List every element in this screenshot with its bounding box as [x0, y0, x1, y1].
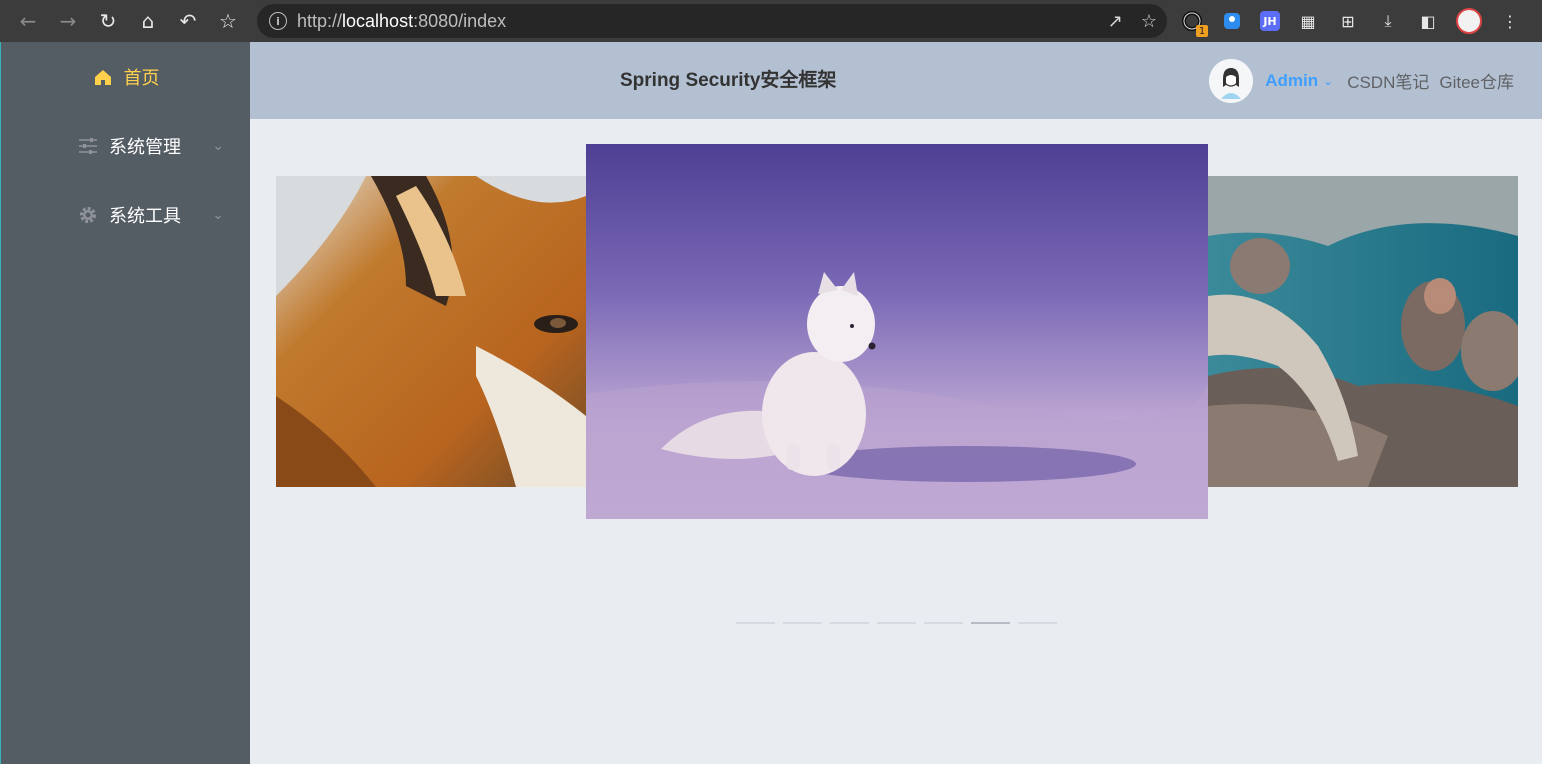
- forward-arrow-icon[interactable]: →: [48, 0, 88, 42]
- sidebar-item-home[interactable]: 首页: [1, 42, 250, 111]
- carousel-slide-snow-monkeys[interactable]: [1208, 176, 1518, 487]
- carousel-indicator[interactable]: [924, 622, 963, 624]
- sidebar: 首页 系统管理 ⌄ 系统工具 ⌄: [0, 42, 250, 764]
- sidebar-item-system-tools[interactable]: 系统工具 ⌄: [1, 180, 250, 249]
- bird-extension-icon[interactable]: [1220, 9, 1244, 33]
- gitee-link[interactable]: Gitee仓库: [1439, 68, 1514, 93]
- chevron-down-icon[interactable]: ⌄: [1323, 74, 1333, 88]
- extension-badge: 1: [1196, 25, 1208, 37]
- user-menu[interactable]: Admin: [1265, 71, 1318, 91]
- avatar[interactable]: [1209, 58, 1254, 103]
- sidebar-item-label: 首页: [123, 67, 160, 88]
- reload-icon[interactable]: ↻: [88, 0, 128, 42]
- chevron-down-icon: ⌄: [212, 137, 224, 154]
- star-icon[interactable]: ☆: [1141, 11, 1157, 32]
- carousel-indicator[interactable]: [877, 622, 916, 624]
- back-arrow-icon[interactable]: ←: [8, 0, 48, 42]
- share-icon[interactable]: ↗: [1108, 11, 1123, 32]
- home-icon: [92, 67, 114, 87]
- url-text[interactable]: http://localhost:8080/index: [297, 11, 506, 32]
- sidepanel-icon[interactable]: ◧: [1416, 9, 1440, 33]
- home-icon[interactable]: ⌂: [128, 0, 168, 42]
- sliders-icon: [77, 137, 99, 155]
- grid-icon[interactable]: ▦: [1296, 9, 1320, 33]
- sidebar-item-label: 系统管理: [109, 136, 181, 157]
- image-carousel[interactable]: [250, 119, 1542, 764]
- extension-icon[interactable]: 1: [1180, 9, 1208, 37]
- carousel-indicator-active[interactable]: [971, 622, 1010, 624]
- info-icon[interactable]: i: [269, 12, 287, 30]
- carousel-indicators: [736, 622, 1057, 624]
- carousel-slide-red-fox[interactable]: [276, 176, 586, 487]
- download-icon[interactable]: ⤓: [1376, 9, 1400, 33]
- page-header: Spring Security安全框架 Admin ⌄ CSDN笔记 Gitee…: [250, 42, 1542, 119]
- carousel-slide-arctic-fox[interactable]: [586, 144, 1208, 519]
- crop-icon[interactable]: ⊞: [1336, 9, 1360, 33]
- chevron-down-icon: ⌄: [212, 206, 224, 223]
- csdn-link[interactable]: CSDN笔记: [1347, 68, 1429, 93]
- jh-icon[interactable]: JH: [1260, 11, 1280, 31]
- profile-avatar[interactable]: [1456, 8, 1482, 34]
- address-bar[interactable]: i http://localhost:8080/index ↗ ☆: [257, 4, 1167, 38]
- kebab-menu-icon[interactable]: ⋮: [1498, 9, 1522, 33]
- carousel-indicator[interactable]: [830, 622, 869, 624]
- gear-icon: [77, 205, 99, 225]
- carousel-indicator[interactable]: [783, 622, 822, 624]
- browser-toolbar: ← → ↻ ⌂ ↶ ☆ i http://localhost:8080/inde…: [0, 0, 1542, 42]
- bookmark-star-icon[interactable]: ☆: [208, 0, 248, 42]
- undo-icon[interactable]: ↶: [168, 0, 208, 42]
- sidebar-item-system-management[interactable]: 系统管理 ⌄: [1, 111, 250, 180]
- sidebar-item-label: 系统工具: [109, 205, 181, 226]
- page-title: Spring Security安全框架: [620, 70, 837, 91]
- carousel-indicator[interactable]: [736, 622, 775, 624]
- carousel-indicator[interactable]: [1018, 622, 1057, 624]
